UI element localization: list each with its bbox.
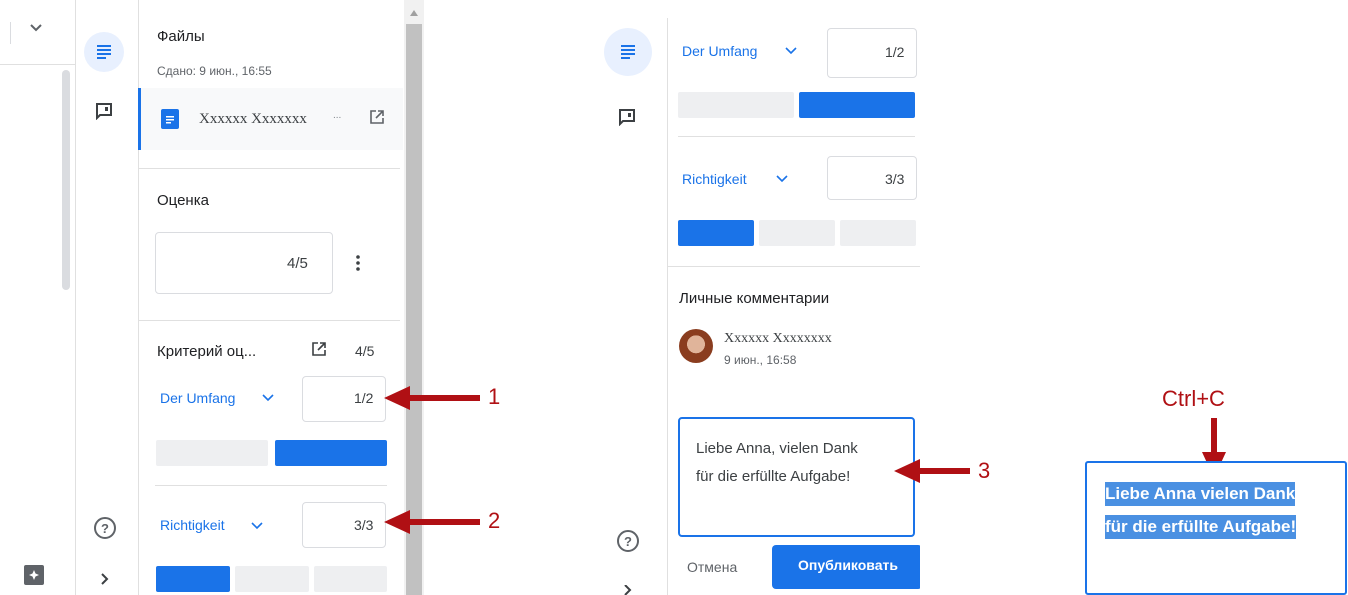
level-segment-selected[interactable] [156, 566, 230, 592]
rubric-total: 4/5 [355, 343, 375, 359]
open-in-new-icon[interactable] [368, 108, 386, 126]
more-vert-icon[interactable] [350, 252, 366, 274]
annotation-number-2: 2 [488, 508, 501, 533]
rubric-title: Критерий оц... [157, 343, 257, 360]
criterion-score: 1/2 [354, 390, 374, 406]
comment-time: 9 июн., 16:58 [724, 353, 797, 367]
annotation-number-1: 1 [488, 384, 501, 409]
chevron-down-icon[interactable] [26, 18, 46, 38]
ctrl-c-label: Ctrl+C [1162, 386, 1225, 411]
panel-border [667, 18, 668, 595]
level-segment[interactable] [759, 220, 835, 246]
comment-text-line1: Liebe Anna, vielen Dank [696, 440, 858, 457]
chevron-down-icon[interactable] [783, 43, 799, 59]
cancel-button[interactable]: Отмена [687, 559, 745, 575]
divider-2 [138, 320, 400, 321]
level-segment-selected[interactable] [799, 92, 915, 118]
file-ellipsis: ... [333, 110, 342, 121]
left-strip-divider [10, 22, 11, 44]
selected-text-line2: für die erfüllte Aufgabe! [1105, 515, 1297, 539]
level-segment[interactable] [678, 92, 794, 118]
criterion-score: 3/3 [885, 171, 905, 187]
help-icon[interactable]: ? [94, 517, 116, 539]
left-scrollbar[interactable] [62, 70, 70, 290]
icon-rail [76, 0, 136, 595]
chevron-right-icon[interactable] [97, 570, 113, 588]
grade-title: Оценка [157, 192, 209, 209]
middle-screenshot: ? Der Umfang 1/2 Richtigkeit 3/3 Личные … [600, 18, 920, 595]
divider-1 [678, 136, 915, 137]
criterion-name[interactable]: Richtigkeit [160, 517, 225, 533]
help-icon[interactable]: ? [617, 530, 639, 552]
comments-title: Личные комментарии [679, 290, 830, 307]
chevron-right-icon[interactable] [620, 583, 636, 595]
comment-text-line2: für die erfüllte Aufgabe! [696, 468, 851, 485]
level-segment[interactable] [314, 566, 387, 592]
rubric-open-icon[interactable] [311, 341, 327, 357]
divider-3 [155, 485, 387, 486]
level-segment[interactable] [840, 220, 916, 246]
chevron-down-icon[interactable] [774, 171, 790, 187]
level-segment-selected[interactable] [678, 220, 754, 246]
feedback-icon[interactable] [24, 565, 44, 585]
file-name[interactable]: Xxxxxx Xxxxxxx [199, 111, 307, 128]
chevron-down-icon[interactable] [260, 390, 276, 406]
criterion-name[interactable]: Richtigkeit [682, 171, 747, 187]
level-segment[interactable] [235, 566, 309, 592]
doc-icon [161, 109, 179, 129]
assignment-list-icon[interactable] [604, 28, 652, 76]
comment-author: Xxxxxx Xxxxxxxx [724, 331, 832, 346]
left-screenshot: ? Файлы Сдано: 9 июн., 16:55 Xxxxxx Xxxx… [0, 0, 425, 595]
files-title: Файлы [157, 28, 205, 45]
selected-text-line1: Liebe Anna vielen Dank [1105, 482, 1296, 506]
comment-icon[interactable] [616, 106, 638, 128]
chevron-down-icon[interactable] [249, 518, 265, 534]
submitted-time: Сдано: 9 июн., 16:55 [157, 64, 272, 78]
assignment-list-icon[interactable] [84, 32, 124, 72]
criterion-name[interactable]: Der Umfang [160, 390, 235, 406]
avatar [679, 329, 713, 363]
level-segment-selected[interactable] [275, 440, 387, 466]
publish-button-label: Опубликовать [798, 557, 898, 573]
scroll-up-icon[interactable] [407, 8, 421, 18]
divider-1 [138, 168, 400, 169]
divider-2 [668, 266, 920, 267]
level-segment[interactable] [156, 440, 268, 466]
comment-icon[interactable] [93, 100, 115, 122]
annotation-number-3: 3 [978, 458, 991, 483]
criterion-score: 3/3 [354, 517, 374, 533]
criterion-name[interactable]: Der Umfang [682, 43, 757, 59]
criterion-score: 1/2 [885, 44, 905, 60]
left-strip-hline [0, 64, 75, 65]
grade-value: 4/5 [287, 255, 308, 272]
